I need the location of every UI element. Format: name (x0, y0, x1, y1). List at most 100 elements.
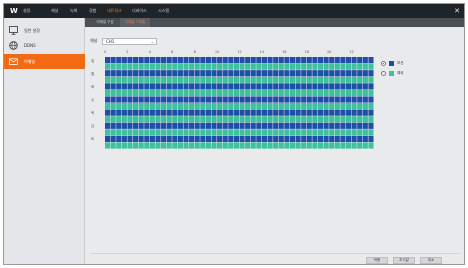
schedule-cell[interactable] (340, 135, 346, 143)
schedule-cell[interactable] (217, 109, 223, 116)
schedule-cell[interactable] (357, 129, 363, 136)
schedule-cell[interactable] (133, 57, 139, 64)
schedule-cell[interactable] (138, 122, 144, 129)
schedule-cell[interactable] (334, 57, 340, 64)
schedule-cell[interactable] (340, 70, 346, 77)
schedule-cell[interactable] (233, 109, 239, 116)
schedule-grid[interactable] (105, 57, 374, 149)
schedule-cell[interactable] (194, 83, 200, 90)
schedule-cell[interactable] (334, 96, 340, 103)
schedule-cell[interactable] (284, 83, 290, 90)
schedule-cell[interactable] (172, 96, 178, 103)
schedule-cell[interactable] (239, 76, 245, 83)
schedule-cell[interactable] (110, 122, 116, 129)
schedule-cell[interactable] (340, 103, 346, 110)
schedule-cell[interactable] (334, 63, 340, 70)
schedule-cell[interactable] (284, 142, 290, 149)
schedule-cell[interactable] (362, 76, 368, 83)
schedule-cell[interactable] (116, 109, 122, 116)
schedule-cell[interactable] (340, 109, 346, 116)
schedule-cell[interactable] (323, 70, 329, 77)
schedule-cell[interactable] (233, 57, 239, 64)
schedule-cell[interactable] (205, 83, 211, 90)
schedule-cell[interactable] (351, 63, 357, 70)
schedule-cell[interactable] (149, 89, 155, 97)
schedule-cell[interactable] (138, 142, 144, 149)
schedule-cell[interactable] (368, 96, 374, 103)
schedule-cell[interactable] (239, 63, 245, 70)
schedule-cell[interactable] (211, 103, 217, 110)
schedule-cell[interactable] (323, 96, 329, 103)
schedule-cell[interactable] (166, 76, 172, 83)
schedule-cell[interactable] (295, 129, 301, 136)
schedule-cell[interactable] (323, 76, 329, 83)
schedule-cell[interactable] (177, 135, 183, 143)
schedule-cell[interactable] (138, 103, 144, 110)
schedule-cell[interactable] (250, 57, 256, 64)
schedule-cell[interactable] (149, 129, 155, 136)
schedule-cell[interactable] (312, 116, 318, 123)
schedule-cell[interactable] (306, 135, 312, 143)
schedule-cell[interactable] (250, 135, 256, 143)
tab-email-config[interactable]: 이메일 구성 (91, 18, 119, 27)
schedule-cell[interactable] (245, 103, 251, 110)
schedule-cell[interactable] (144, 116, 150, 123)
schedule-cell[interactable] (166, 96, 172, 103)
schedule-cell[interactable] (189, 76, 195, 83)
schedule-cell[interactable] (200, 89, 206, 97)
schedule-cell[interactable] (166, 57, 172, 64)
schedule-cell[interactable] (278, 70, 284, 77)
schedule-cell[interactable] (289, 135, 296, 143)
schedule-cell[interactable] (345, 76, 352, 83)
schedule-cell[interactable] (273, 142, 279, 149)
schedule-cell[interactable] (177, 116, 183, 123)
schedule-cell[interactable] (161, 63, 167, 70)
schedule-cell[interactable] (239, 83, 245, 90)
schedule-cell[interactable] (278, 129, 284, 136)
schedule-cell[interactable] (329, 96, 335, 103)
schedule-cell[interactable] (211, 142, 217, 149)
schedule-cell[interactable] (121, 96, 127, 103)
schedule-cell[interactable] (211, 76, 217, 83)
schedule-cell[interactable] (110, 76, 116, 83)
schedule-cell[interactable] (133, 83, 139, 90)
schedule-cell[interactable] (183, 57, 189, 64)
schedule-cell[interactable] (149, 70, 155, 77)
schedule-cell[interactable] (127, 63, 133, 70)
schedule-cell[interactable] (317, 83, 324, 90)
schedule-cell[interactable] (110, 135, 116, 143)
schedule-cell[interactable] (250, 89, 256, 97)
schedule-cell[interactable] (368, 70, 374, 77)
schedule-cell[interactable] (217, 135, 223, 143)
schedule-cell[interactable] (245, 122, 251, 129)
schedule-cell[interactable] (183, 103, 189, 110)
schedule-cell[interactable] (284, 57, 290, 64)
schedule-cell[interactable] (228, 116, 234, 123)
schedule-cell[interactable] (317, 103, 324, 110)
schedule-cell[interactable] (334, 135, 340, 143)
schedule-cell[interactable] (200, 142, 206, 149)
schedule-cell[interactable] (301, 116, 307, 123)
schedule-cell[interactable] (256, 70, 262, 77)
schedule-cell[interactable] (340, 89, 346, 97)
schedule-cell[interactable] (166, 135, 172, 143)
radio-motion[interactable] (381, 61, 386, 66)
sidebar-item-email[interactable]: 이메일 (4, 54, 85, 69)
schedule-cell[interactable] (329, 83, 335, 90)
schedule-cell[interactable] (149, 63, 155, 70)
schedule-cell[interactable] (289, 89, 296, 97)
schedule-cell[interactable] (183, 142, 189, 149)
schedule-cell[interactable] (317, 129, 324, 136)
schedule-cell[interactable] (340, 83, 346, 90)
schedule-cell[interactable] (110, 57, 116, 64)
schedule-cell[interactable] (233, 135, 239, 143)
schedule-cell[interactable] (121, 76, 127, 83)
schedule-cell[interactable] (116, 63, 122, 70)
schedule-cell[interactable] (317, 76, 324, 83)
schedule-cell[interactable] (138, 116, 144, 123)
schedule-cell[interactable] (295, 63, 301, 70)
schedule-cell[interactable] (177, 129, 183, 136)
schedule-cell[interactable] (222, 129, 228, 136)
schedule-cell[interactable] (295, 89, 301, 97)
schedule-cell[interactable] (166, 89, 172, 97)
